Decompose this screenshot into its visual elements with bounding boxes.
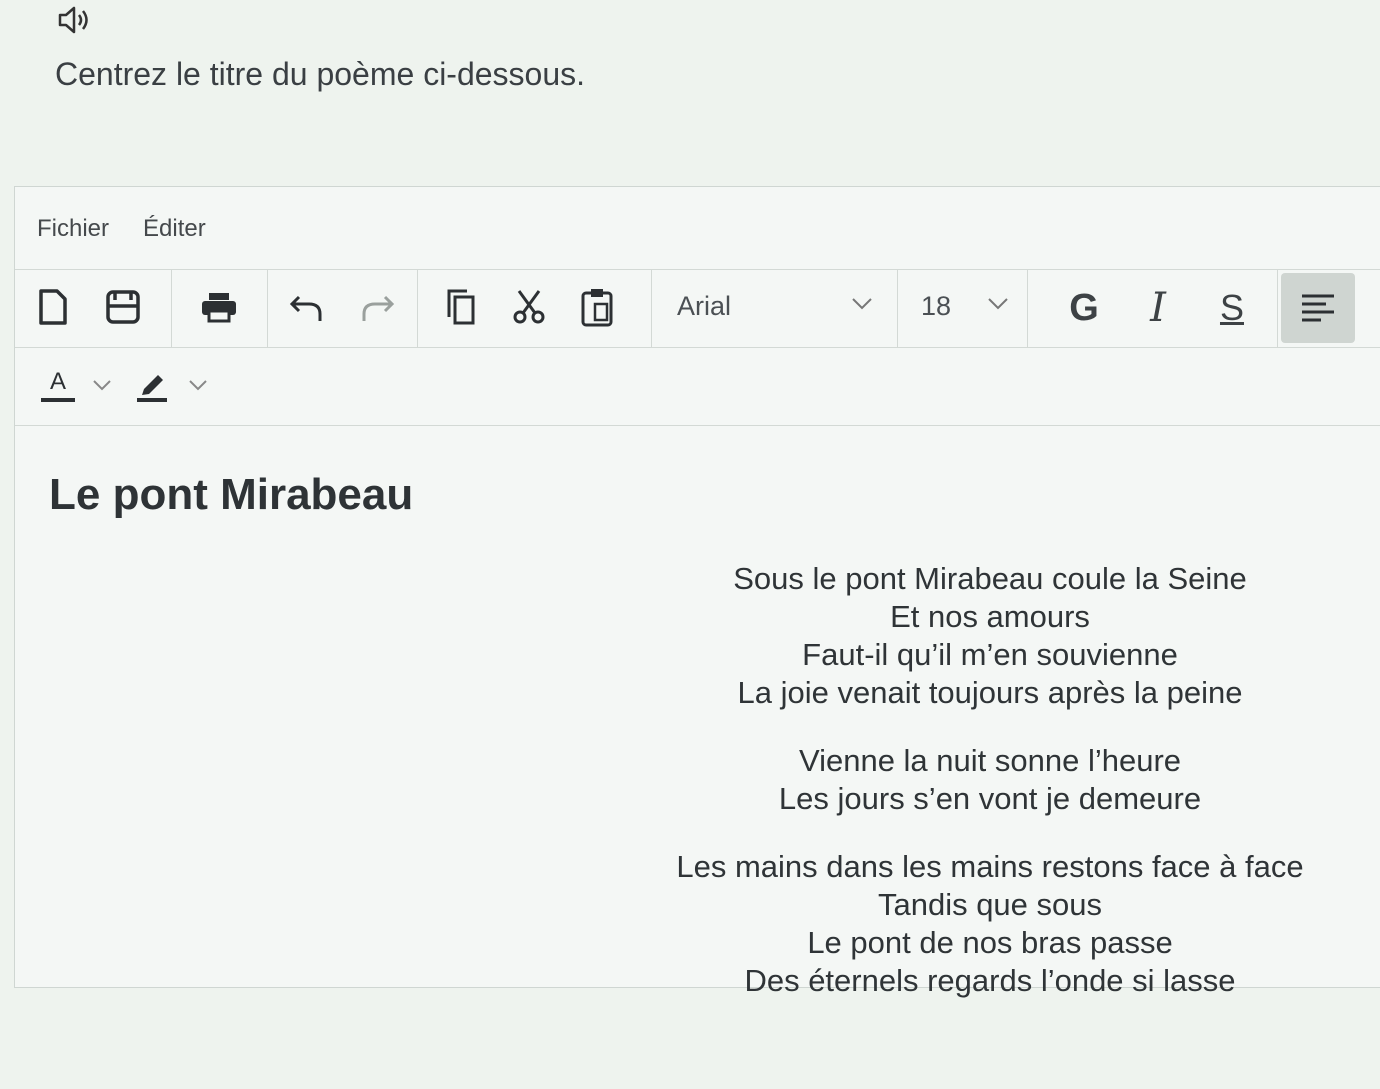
print-icon[interactable] xyxy=(189,277,249,337)
poem-line: La joie venait toujours après la peine xyxy=(737,675,1243,710)
stanza: Sous le pont Mirabeau coule la Seine Et … xyxy=(645,560,1335,712)
align-left-icon[interactable] xyxy=(1281,273,1355,343)
menu-file[interactable]: Fichier xyxy=(37,215,109,243)
format-group: G I S xyxy=(1027,269,1278,347)
color-toolbar: A xyxy=(15,347,1380,426)
poem-line: Sous le pont Mirabeau coule la Seine xyxy=(733,561,1247,596)
poem-line: Des éternels regards l’onde si lasse xyxy=(744,963,1236,998)
poem-line: Et nos amours xyxy=(890,599,1090,634)
font-family-select[interactable]: Arial xyxy=(651,269,898,347)
file-group xyxy=(15,269,172,347)
italic-button[interactable]: I xyxy=(1127,277,1189,339)
document-area[interactable]: Le pont Mirabeau Sous le pont Mirabeau c… xyxy=(15,426,1380,998)
text-editor: Fichier Éditer Arial 18 G I S A Le pont … xyxy=(14,186,1380,998)
poem-line: Les jours s’en vont je demeure xyxy=(778,781,1202,816)
poem-line: Vienne la nuit sonne l’heure xyxy=(798,743,1182,778)
font-size-value: 18 xyxy=(921,291,952,321)
stanza: Les mains dans les mains restons face à … xyxy=(645,848,1335,1000)
speaker-icon[interactable] xyxy=(52,2,96,38)
menu-bar: Fichier Éditer xyxy=(15,187,1380,270)
history-group xyxy=(267,269,418,347)
poem-line: Faut-il qu’il m’en souvienne xyxy=(802,637,1178,672)
font-size-select[interactable]: 18 xyxy=(897,269,1028,347)
save-icon[interactable] xyxy=(93,277,153,337)
print-group xyxy=(171,269,268,347)
stanza: Vienne la nuit sonne l’heure Les jours s… xyxy=(645,742,1335,818)
toolbar: Arial 18 G I S xyxy=(15,269,1380,348)
text-color-button[interactable]: A xyxy=(33,355,83,415)
poem-body[interactable]: Sous le pont Mirabeau coule la Seine Et … xyxy=(645,560,1335,1030)
instruction-text: Centrez le titre du poème ci-dessous. xyxy=(55,56,586,92)
clipboard-group xyxy=(417,269,652,347)
text-color-label: A xyxy=(49,367,66,395)
poem-title[interactable]: Le pont Mirabeau xyxy=(49,470,413,520)
strikethrough-button[interactable]: S xyxy=(1201,277,1263,339)
font-family-value: Arial xyxy=(677,291,732,321)
chevron-down-icon xyxy=(987,297,1009,316)
poem-line: Tandis que sous xyxy=(877,887,1103,922)
chevron-down-icon[interactable] xyxy=(87,355,117,415)
chevron-down-icon[interactable] xyxy=(183,355,213,415)
cut-icon[interactable] xyxy=(499,277,559,337)
highlighter-icon[interactable] xyxy=(127,355,177,415)
undo-icon[interactable] xyxy=(277,277,337,337)
redo-icon[interactable] xyxy=(347,277,407,337)
poem-line: Le pont de nos bras passe xyxy=(807,925,1173,960)
paste-icon[interactable] xyxy=(567,277,627,337)
copy-icon[interactable] xyxy=(431,277,491,337)
menu-edit[interactable]: Éditer xyxy=(143,215,206,243)
bold-button[interactable]: G xyxy=(1053,277,1115,339)
chevron-down-icon xyxy=(851,297,873,316)
text-color-swatch xyxy=(41,397,75,402)
page: Centrez le titre du poème ci-dessous. Fi… xyxy=(0,0,1380,1089)
poem-line: Les mains dans les mains restons face à … xyxy=(676,849,1304,884)
new-file-icon[interactable] xyxy=(23,277,83,337)
